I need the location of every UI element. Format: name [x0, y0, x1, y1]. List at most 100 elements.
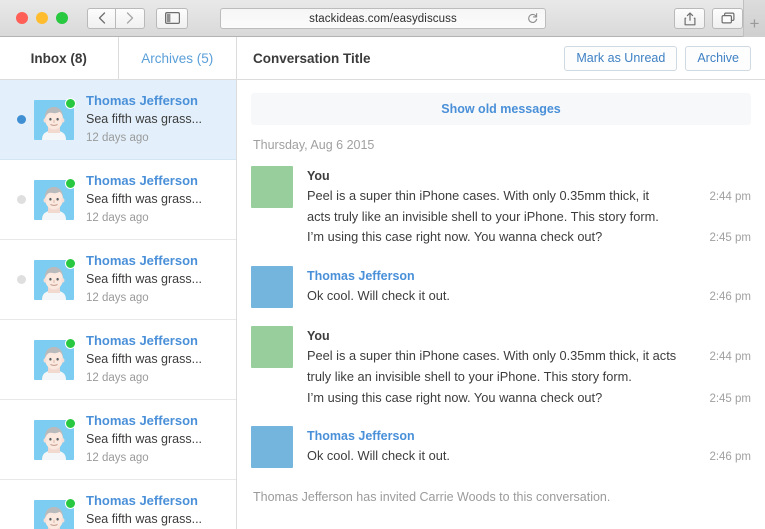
- avatar: [34, 257, 76, 300]
- day-separator: Thursday, Aug 6 2015: [253, 138, 375, 152]
- show-sidebar-button[interactable]: [156, 7, 188, 29]
- thread-status-column: [8, 435, 34, 444]
- unread-status-dot: [16, 275, 26, 284]
- maximize-window-button[interactable]: [56, 12, 68, 24]
- thread-list-item[interactable]: Thomas JeffersonSea fifth was grass...12…: [0, 480, 236, 529]
- message: Thomas Jefferson Ok cool. Will check it o…: [251, 260, 751, 320]
- new-tab-label: +: [749, 14, 760, 33]
- conversation-title: Conversation Title: [253, 50, 371, 66]
- chevron-left-icon: [98, 12, 105, 24]
- archive-label: Archive: [697, 51, 739, 65]
- thread-sender-name: Thomas Jefferson: [86, 412, 198, 428]
- conversation-actions: Mark as Unread Archive: [564, 45, 751, 71]
- share-icon: [684, 11, 695, 25]
- thread-snippet: Sea fifth was grass...: [86, 112, 203, 127]
- message-text: Peel is a super thin iPhone cases. With …: [307, 188, 650, 203]
- new-tab-button[interactable]: +: [743, 0, 765, 37]
- close-window-button[interactable]: [16, 12, 28, 24]
- avatar: [34, 177, 76, 220]
- online-presence-icon: [65, 257, 76, 269]
- reload-icon[interactable]: [527, 12, 538, 25]
- message: Thomas Jefferson Ok cool. Will check it o…: [251, 420, 751, 480]
- minimize-window-button[interactable]: [36, 12, 48, 24]
- message-thread[interactable]: Show old messages Thursday, Aug 6 2015 Y…: [237, 80, 765, 529]
- message-timestamp: 2:44 pm: [709, 191, 751, 203]
- mark-as-unread-button[interactable]: Mark as Unread: [564, 45, 678, 71]
- thread-sender-name: Thomas Jefferson: [86, 172, 198, 188]
- show-old-messages-label: Show old messages: [441, 102, 561, 116]
- thread-text: Thomas Jefferson Sea fifth was grass... 12…: [86, 172, 202, 228]
- message-text: Ok cool. Will check it out.: [307, 448, 450, 464]
- thread-sender-name: Thomas Jefferson: [86, 92, 198, 108]
- thread-timestamp: 12 days ago: [86, 212, 149, 225]
- thread-status-column: [8, 275, 34, 284]
- browser-toolbar: stackideas.com/easydiscuss +: [0, 0, 765, 37]
- url-text: stackideas.com/easydiscuss: [309, 12, 457, 25]
- tab-inbox-label: Inbox (8): [30, 50, 87, 66]
- message-line: truly like an invisible shell to your iP…: [307, 367, 751, 388]
- archive-button[interactable]: Archive: [685, 45, 751, 71]
- message-body: Thomas Jefferson Ok cool. Will check it o…: [307, 266, 751, 308]
- message: You Peel is a super thin iPhone cases. Wi…: [251, 160, 751, 260]
- message-timestamp: 2:45 pm: [709, 232, 751, 245]
- show-tabs-button[interactable]: [712, 8, 743, 29]
- share-button[interactable]: [674, 8, 705, 29]
- thread-snippet: Sea fifth was grass...: [86, 352, 203, 367]
- message-text: Peel is a super thin iPhone cases. With …: [307, 348, 677, 364]
- message-text: I’m using this case right now. You wanna…: [307, 389, 603, 405]
- avatar: [34, 97, 76, 140]
- thread-list-item[interactable]: Thomas Jefferson Sea fifth was grass... 12…: [0, 160, 236, 240]
- thread-list-item[interactable]: Thomas JeffersonSea fifth was grass...12…: [0, 240, 236, 320]
- chevron-right-icon: [126, 12, 134, 24]
- message-line: Ok cool. Will check it out. 2:46 pm: [307, 446, 751, 467]
- tab-inbox[interactable]: Inbox (8): [0, 37, 119, 80]
- show-old-messages-button[interactable]: Show old messages: [251, 93, 751, 125]
- thread-sender-name: Thomas Jefferson: [86, 492, 198, 508]
- toolbar-right-buttons: [674, 8, 743, 29]
- thread-text: Thomas Jefferson Sea fifth was grass... 12…: [86, 412, 202, 468]
- thread-text: Thomas Jefferson Sea fifth was grass... 12…: [86, 92, 202, 148]
- inbox-tabs: Inbox (8) Archives (5): [0, 37, 236, 80]
- forward-button[interactable]: [116, 7, 145, 29]
- mark-as-unread-label: Mark as Unread: [576, 51, 666, 65]
- message-body: You Peel is a super thin iPhone cases. Wi…: [307, 166, 751, 248]
- message-text: acts truly like an invisible shell to yo…: [307, 208, 659, 224]
- unread-status-dot: [17, 435, 26, 444]
- tab-archives[interactable]: Archives (5): [118, 37, 236, 80]
- message-container: You Peel is a super thin iPhone cases. Wi…: [251, 160, 751, 480]
- message-avatar: [251, 266, 293, 309]
- thread-timestamp: 12 days ago: [86, 132, 149, 145]
- message-line: I’m using this case right now. You wanna…: [307, 388, 751, 409]
- conversation-panel: Conversation Title Mark as Unread Archiv…: [237, 37, 765, 529]
- message-line: I’m using this case right now. You wanna…: [307, 227, 751, 248]
- thread-list-item[interactable]: Thomas Jefferson Sea fifth was grass... 12…: [0, 400, 236, 480]
- browser-window: stackideas.com/easydiscuss + Inbox (8) A…: [0, 0, 765, 529]
- thread-text: Thomas JeffersonSea fifth was grass...12…: [86, 492, 202, 529]
- thread-sender-name: Thomas Jefferson: [86, 332, 198, 348]
- app-content: Inbox (8) Archives (5) Thomas Jefferson S…: [0, 37, 765, 529]
- message-author: You: [307, 169, 330, 183]
- message-line: acts truly like an invisible shell to yo…: [307, 207, 751, 228]
- system-note: Thomas Jefferson has invited Carrie Wood…: [253, 490, 611, 505]
- thread-list[interactable]: Thomas Jefferson Sea fifth was grass... 12…: [0, 80, 236, 529]
- thread-status-column: [8, 195, 34, 204]
- avatar: [34, 497, 76, 529]
- unread-status-dot: [16, 195, 26, 204]
- thread-snippet: Sea fifth was grass...: [86, 512, 203, 527]
- thread-sender-name: Thomas Jefferson: [86, 252, 198, 268]
- thread-snippet: Sea fifth was grass...: [86, 432, 203, 447]
- window-controls: [16, 12, 68, 24]
- thread-timestamp: 12 days ago: [86, 452, 149, 465]
- thread-timestamp: 12 days ago: [86, 292, 149, 305]
- thread-list-item[interactable]: Thomas Jefferson Sea fifth was grass... 12…: [0, 80, 236, 160]
- thread-list-item[interactable]: Thomas JeffersonSea fifth was grass...12…: [0, 320, 236, 400]
- message-text: Ok cool. Will check it out.: [307, 288, 450, 304]
- online-presence-icon: [65, 337, 76, 349]
- thread-snippet: Sea fifth was grass...: [86, 192, 203, 207]
- thread-text: Thomas JeffersonSea fifth was grass...12…: [86, 252, 202, 308]
- address-bar[interactable]: stackideas.com/easydiscuss: [220, 8, 546, 29]
- tabs-icon: [721, 12, 735, 24]
- back-button[interactable]: [87, 7, 116, 29]
- online-presence-icon: [65, 177, 76, 189]
- online-presence-icon: [65, 497, 76, 509]
